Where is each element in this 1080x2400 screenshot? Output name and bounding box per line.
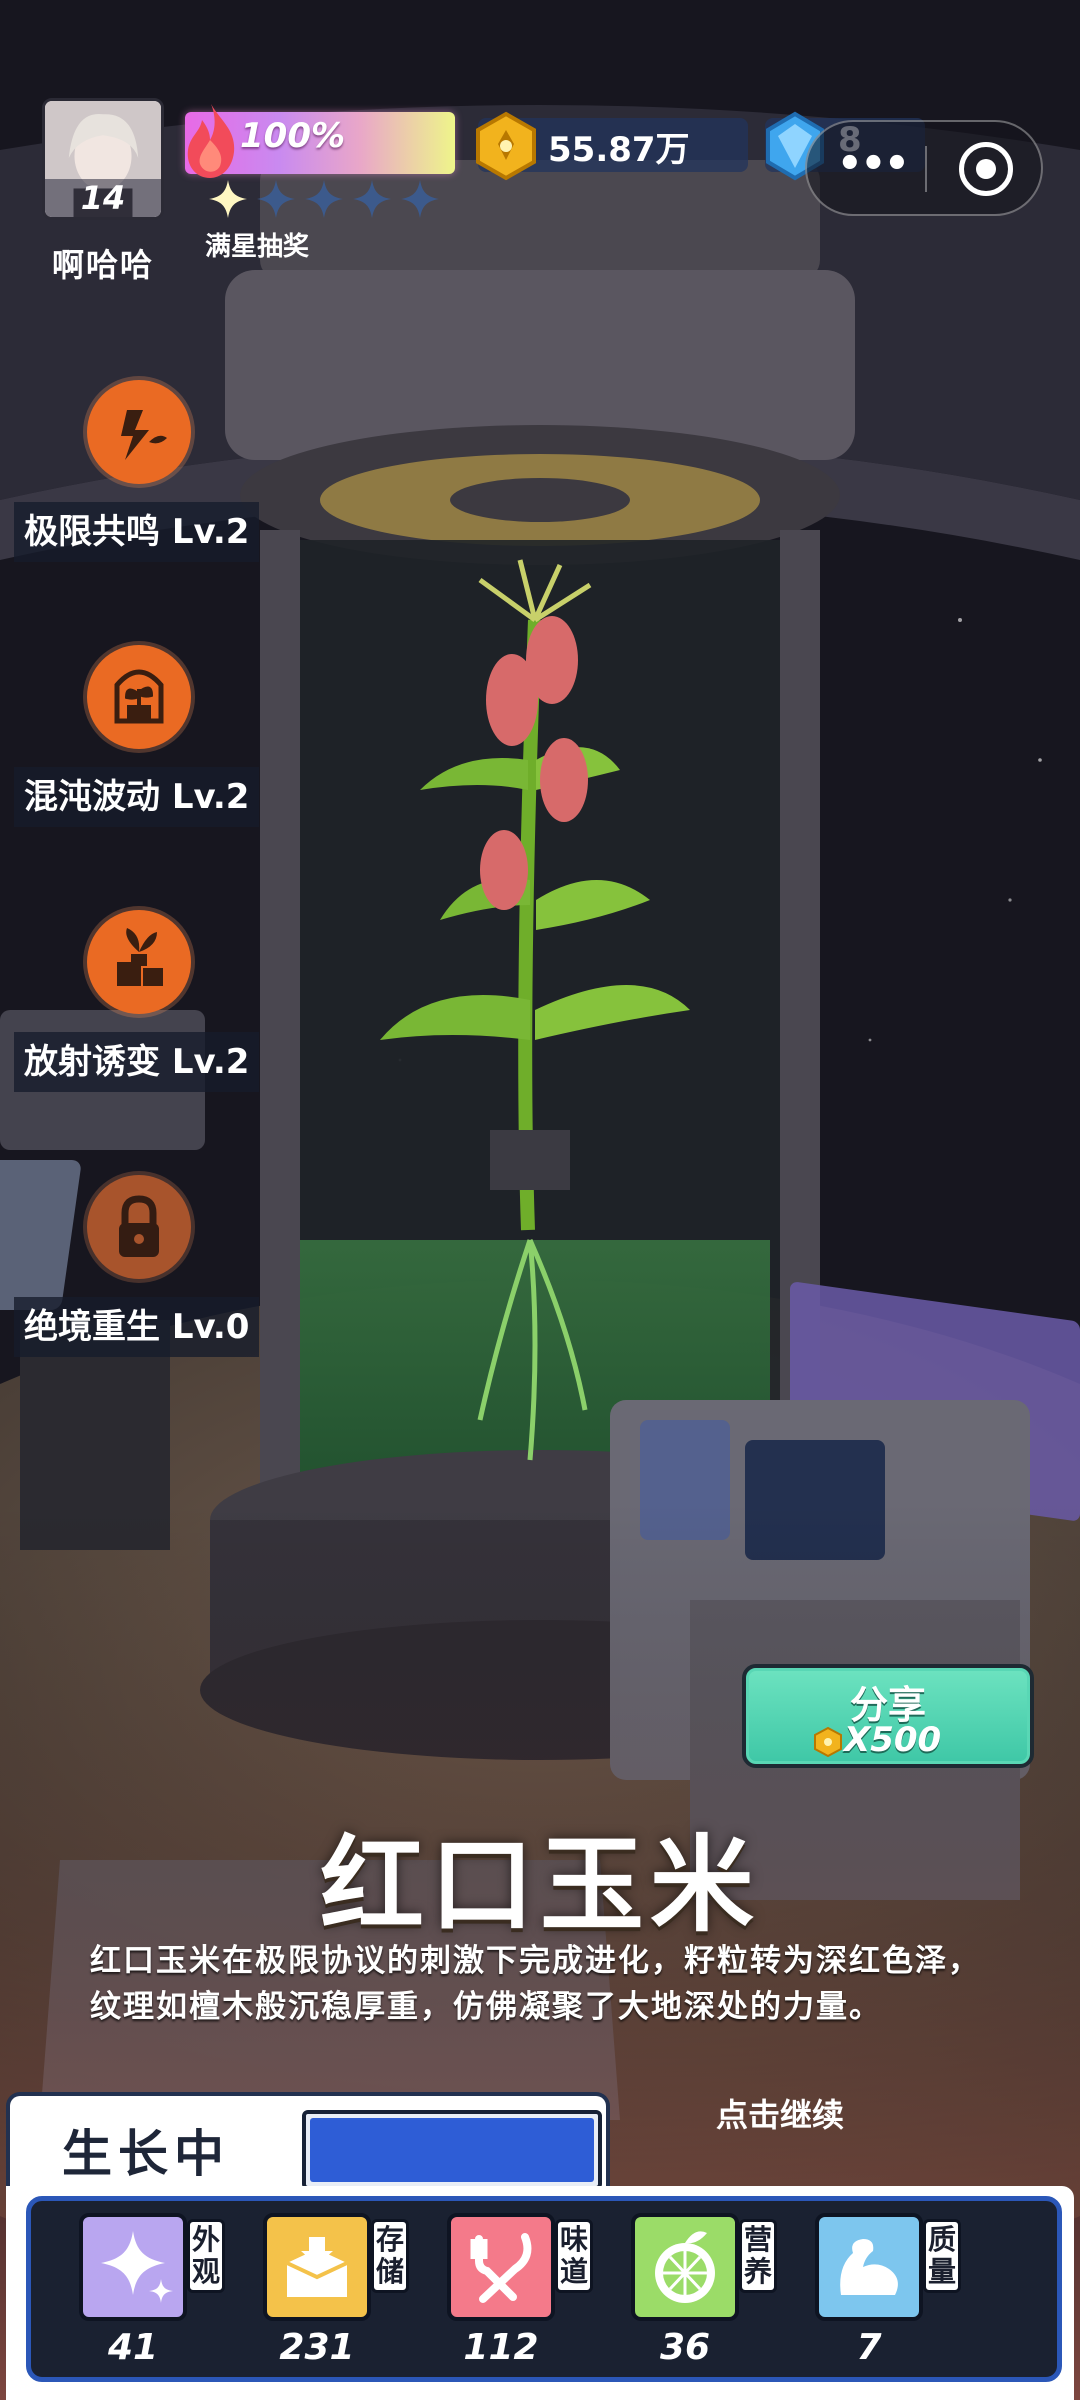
growth-progress-fill [310, 2118, 594, 2182]
attribute-value: 41 [107, 2327, 159, 2368]
growth-status-tab: 生长中 [6, 2092, 610, 2198]
attribute-item[interactable]: 味道 112 [447, 2213, 597, 2383]
star-empty-icon [401, 180, 439, 218]
plant-description: 红口玉米在极限协议的刺激下完成进化，籽粒转为深红色泽，纹理如檀木般沉稳厚重，仿佛… [90, 1943, 981, 2025]
star-empty-icon [353, 180, 391, 218]
attribute-item[interactable]: 存储 231 [263, 2213, 413, 2383]
share-button[interactable]: 分享 X500 [742, 1664, 1034, 1768]
full-star-lottery-label[interactable]: 满星抽奖 [205, 226, 309, 263]
player-level: 14 [45, 179, 161, 217]
attribute-panel: 外观 41 存储 231 味道 112 营养 36 质量 7 [6, 2186, 1074, 2400]
close-miniprogram-icon[interactable] [959, 142, 1013, 196]
fork-knife-icon [447, 2213, 555, 2321]
skill-label: 放射诱变 Lv.2 [14, 1032, 260, 1092]
share-cost: X500 [844, 1720, 942, 1760]
box-icon [263, 2213, 371, 2321]
energy-percent: 100% [240, 116, 346, 156]
tap-to-continue[interactable]: 点击继续 [716, 2090, 844, 2136]
attribute-name: 营养 [739, 2219, 777, 2293]
coin-amount: 55.87万 [548, 130, 690, 170]
attribute-value: 36 [659, 2327, 711, 2368]
attribute-item[interactable]: 外观 41 [79, 2213, 229, 2383]
skill-label: 绝境重生 Lv.0 [14, 1297, 260, 1357]
star-empty-icon [257, 180, 295, 218]
lock-icon [87, 1175, 191, 1279]
attribute-value: 112 [463, 2327, 539, 2368]
capsule-divider [925, 146, 927, 192]
muscle-icon [815, 2213, 923, 2321]
attribute-name: 味道 [555, 2219, 593, 2293]
flame-icon [187, 104, 235, 178]
sparkle-icon [79, 2213, 187, 2321]
attribute-name: 存储 [371, 2219, 409, 2293]
star-empty-icon [305, 180, 343, 218]
miniprogram-capsule: ••• [805, 120, 1043, 216]
attribute-name: 外观 [187, 2219, 225, 2293]
growth-progress-bar [302, 2110, 602, 2190]
player-avatar[interactable]: 14 [42, 98, 164, 220]
skill-label: 极限共鸣 Lv.2 [14, 502, 260, 562]
player-name: 啊哈哈 [51, 246, 154, 284]
attribute-item[interactable]: 质量 7 [815, 2213, 965, 2383]
more-menu-icon[interactable]: ••• [837, 144, 910, 188]
gold-coin-icon [814, 1726, 842, 1758]
lightning-sprout-icon [87, 380, 191, 484]
attribute-list: 外观 41 存储 231 味道 112 营养 36 质量 7 [26, 2196, 1062, 2382]
star-rating [207, 178, 441, 220]
plant-boxes-icon [87, 910, 191, 1014]
attribute-item[interactable]: 营养 36 [631, 2213, 781, 2383]
gold-coin-icon [476, 111, 536, 181]
skill-label: 混沌波动 Lv.2 [14, 767, 260, 827]
plant-name: 红口玉米 [319, 1824, 760, 1946]
potted-plant-icon [87, 645, 191, 749]
growth-status-label: 生长中 [62, 2125, 230, 2183]
lemon-icon [631, 2213, 739, 2321]
attribute-value: 231 [279, 2327, 355, 2368]
star-filled-icon [209, 180, 247, 218]
attribute-name: 质量 [923, 2219, 961, 2293]
attribute-value: 7 [856, 2327, 882, 2368]
